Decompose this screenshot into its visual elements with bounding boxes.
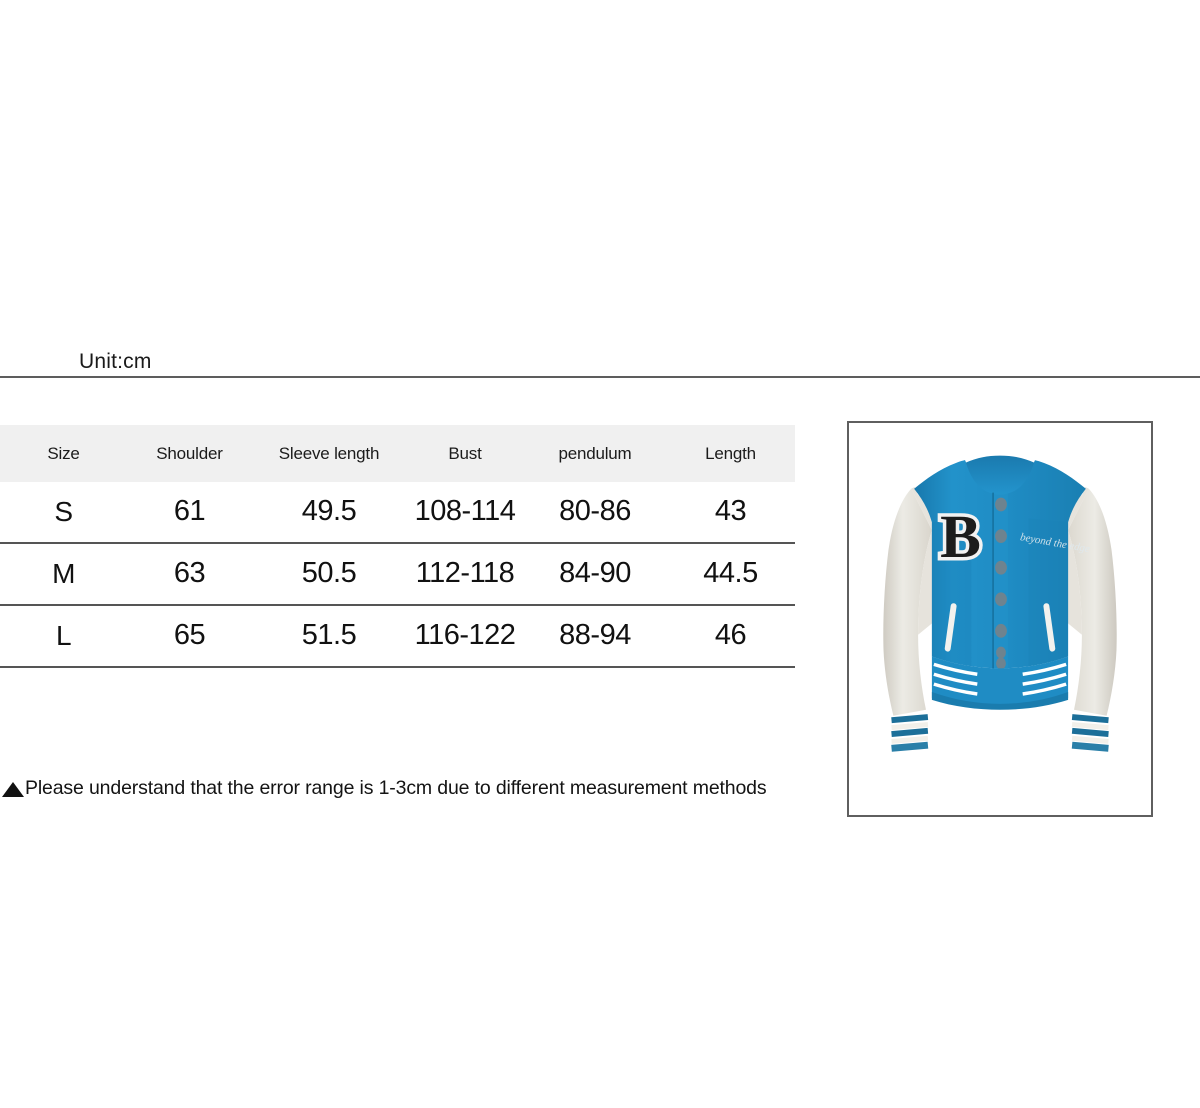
letter-b-patch: B B — [937, 499, 985, 574]
jacket-button-placket — [992, 492, 1008, 671]
table-header-row: Size Shoulder Sleeve length Bust pendulu… — [0, 425, 795, 482]
cell-shoulder: 61 — [127, 482, 252, 544]
column-header-length: Length — [705, 444, 756, 463]
size-chart-table-container: Size Shoulder Sleeve length Bust pendulu… — [0, 425, 795, 668]
column-header-shoulder: Shoulder — [156, 444, 223, 463]
cell-sleeve-length: 49.5 — [252, 482, 406, 544]
size-chart-table: Size Shoulder Sleeve length Bust pendulu… — [0, 425, 795, 668]
cell-bust: 112-118 — [406, 543, 524, 606]
cell-length: 43 — [666, 482, 795, 544]
cell-shoulder: 65 — [127, 605, 252, 668]
table-row: L 65 51.5 116-122 88-94 46 — [0, 605, 795, 668]
column-header-bust: Bust — [448, 444, 482, 463]
cell-pendulum: 84-90 — [524, 543, 666, 606]
cell-sleeve-length: 50.5 — [252, 543, 406, 606]
table-row: S 61 49.5 108-114 80-86 43 — [0, 482, 795, 544]
size-chart-body: S 61 49.5 108-114 80-86 43 M 63 50.5 112… — [0, 482, 795, 668]
cell-pendulum: 88-94 — [524, 605, 666, 668]
top-divider-rule — [0, 376, 1200, 378]
column-header-sleeve-length: Sleeve length — [278, 444, 380, 463]
left-cuff-stripes — [891, 714, 929, 752]
column-header-size: Size — [47, 444, 80, 463]
cell-pendulum: 80-86 — [524, 482, 666, 544]
triangle-up-icon — [2, 782, 24, 797]
right-cuff-stripes — [1071, 714, 1109, 752]
product-jacket-illustration: B B beyond the edge — [849, 423, 1151, 815]
cell-length: 44.5 — [666, 543, 795, 606]
cell-bust: 108-114 — [406, 482, 524, 544]
cell-size: S — [0, 482, 127, 544]
cell-size: M — [0, 543, 127, 606]
cell-shoulder: 63 — [127, 543, 252, 606]
cell-size: L — [0, 605, 127, 668]
product-image-frame: B B beyond the edge — [847, 421, 1153, 817]
table-row: M 63 50.5 112-118 84-90 44.5 — [0, 543, 795, 606]
letter-b-glyph: B — [940, 503, 981, 571]
column-header-pendulum: pendulum — [558, 444, 632, 463]
footnote: Please understand that the error range i… — [2, 777, 767, 800]
cell-length: 46 — [666, 605, 795, 668]
unit-label: Unit:cm — [79, 350, 152, 373]
size-chart-header: Size Shoulder Sleeve length Bust pendulu… — [0, 425, 795, 482]
cell-bust: 116-122 — [406, 605, 524, 668]
footnote-text: Please understand that the error range i… — [25, 777, 767, 799]
cell-sleeve-length: 51.5 — [252, 605, 406, 668]
